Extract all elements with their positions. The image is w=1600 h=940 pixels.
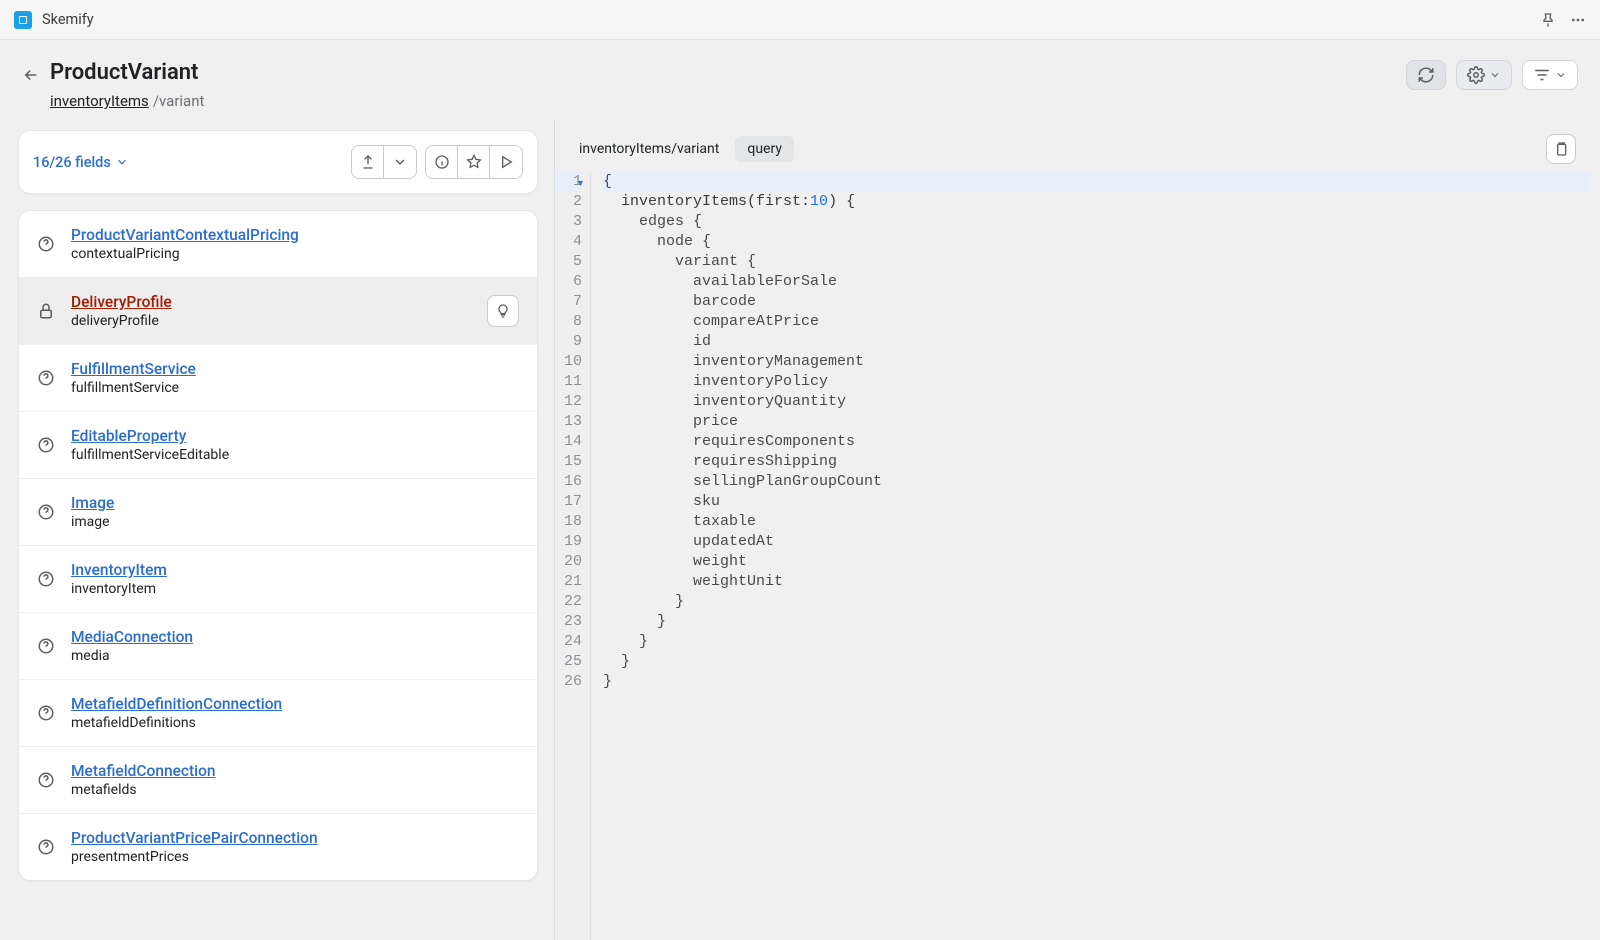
type-link[interactable]: FulfillmentService	[71, 360, 196, 378]
fields-count-toggle[interactable]: 16/26 fields	[33, 154, 129, 171]
code-editor[interactable]: 1▾23456789101112131415161718192021222324…	[555, 172, 1590, 940]
left-panel: 16/26 fields	[0, 120, 555, 940]
chevron-down-icon	[392, 154, 408, 170]
field-name-label: metafields	[71, 782, 216, 798]
field-name-label: deliveryProfile	[71, 313, 172, 329]
editor-panel: inventoryItems/variant query 1▾234567891…	[555, 120, 1600, 940]
editor-tabs: inventoryItems/variant query	[555, 130, 1590, 172]
chevron-down-icon	[115, 155, 129, 169]
field-name-label: fulfillmentServiceEditable	[71, 447, 229, 463]
fields-summary-card: 16/26 fields	[18, 130, 538, 194]
settings-button[interactable]	[1456, 60, 1512, 90]
list-item[interactable]: MediaConnection media	[19, 613, 537, 680]
editor-breadcrumb: inventoryItems/variant	[579, 141, 719, 157]
refresh-button[interactable]	[1406, 60, 1446, 90]
more-icon[interactable]	[1570, 12, 1586, 28]
field-name-label: metafieldDefinitions	[71, 715, 282, 731]
filter-button[interactable]	[1522, 60, 1578, 90]
help-icon	[37, 503, 55, 521]
help-icon	[37, 369, 55, 387]
page-title: ProductVariant	[50, 60, 208, 86]
page-header: ProductVariant inventoryItems/variant	[0, 40, 1600, 120]
copy-button[interactable]	[1546, 134, 1576, 164]
breadcrumb: inventoryItems/variant	[50, 92, 208, 110]
list-item[interactable]: ProductVariantPricePairConnection present…	[19, 814, 537, 880]
help-icon	[37, 235, 55, 253]
chevron-down-icon	[1555, 69, 1567, 81]
fields-count-label: 16/26 fields	[33, 154, 111, 171]
field-name-label: presentmentPrices	[71, 849, 318, 865]
star-button[interactable]	[458, 146, 490, 178]
type-link[interactable]: ProductVariantContextualPricing	[71, 226, 299, 244]
list-item[interactable]: MetafieldConnection metafields	[19, 747, 537, 814]
field-name-label: fulfillmentService	[71, 380, 196, 396]
idea-button[interactable]	[487, 295, 519, 327]
star-icon	[466, 154, 482, 170]
field-name-label: image	[71, 514, 114, 530]
pin-icon[interactable]	[1540, 12, 1556, 28]
tab-query[interactable]: query	[735, 136, 794, 162]
help-icon	[37, 436, 55, 454]
type-link[interactable]: ProductVariantPricePairConnection	[71, 829, 318, 847]
list-item[interactable]: MetafieldDefinitionConnection metafieldDe…	[19, 680, 537, 747]
breadcrumb-tail: /variant	[153, 92, 205, 110]
clipboard-icon	[1553, 141, 1569, 157]
field-name-label: inventoryItem	[71, 581, 167, 597]
type-link[interactable]: EditableProperty	[71, 427, 229, 445]
field-name-label: media	[71, 648, 193, 664]
export-dropdown[interactable]	[351, 145, 417, 179]
main: 16/26 fields	[0, 120, 1600, 940]
refresh-icon	[1417, 66, 1435, 84]
list-item[interactable]: Image image	[19, 479, 537, 546]
type-link[interactable]: DeliveryProfile	[71, 293, 172, 311]
back-arrow-icon[interactable]	[22, 66, 40, 84]
app-title: Skemify	[42, 11, 94, 28]
help-icon	[37, 771, 55, 789]
filter-icon	[1533, 66, 1551, 84]
help-icon	[37, 637, 55, 655]
app-icon	[14, 11, 32, 29]
help-icon	[37, 570, 55, 588]
lock-icon	[37, 302, 55, 320]
list-item[interactable]: ProductVariantContextualPricing contextua…	[19, 211, 537, 278]
info-icon	[434, 154, 450, 170]
type-link[interactable]: MetafieldDefinitionConnection	[71, 695, 282, 713]
titlebar: Skemify	[0, 0, 1600, 40]
type-link[interactable]: MediaConnection	[71, 628, 193, 646]
export-chevron[interactable]	[384, 146, 416, 178]
field-name-label: contextualPricing	[71, 246, 299, 262]
gutter: 1▾23456789101112131415161718192021222324…	[555, 172, 591, 940]
play-icon	[498, 154, 514, 170]
lightbulb-icon	[495, 303, 511, 319]
play-button[interactable]	[490, 146, 522, 178]
field-list: ProductVariantContextualPricing contextua…	[18, 210, 538, 881]
type-link[interactable]: Image	[71, 494, 114, 512]
code-body[interactable]: { inventoryItems(first:10) { edges { nod…	[591, 172, 1590, 940]
breadcrumb-root[interactable]: inventoryItems	[50, 92, 149, 110]
export-icon	[360, 154, 376, 170]
info-button[interactable]	[426, 146, 458, 178]
type-link[interactable]: InventoryItem	[71, 561, 167, 579]
list-item[interactable]: FulfillmentService fulfillmentService	[19, 345, 537, 412]
action-group	[425, 145, 523, 179]
list-item[interactable]: InventoryItem inventoryItem	[19, 546, 537, 613]
chevron-down-icon	[1489, 69, 1501, 81]
type-link[interactable]: MetafieldConnection	[71, 762, 216, 780]
list-item[interactable]: DeliveryProfile deliveryProfile	[19, 278, 537, 345]
list-item[interactable]: EditableProperty fulfillmentServiceEditab…	[19, 412, 537, 479]
help-icon	[37, 704, 55, 722]
gear-icon	[1467, 66, 1485, 84]
help-icon	[37, 838, 55, 856]
export-button[interactable]	[352, 146, 384, 178]
